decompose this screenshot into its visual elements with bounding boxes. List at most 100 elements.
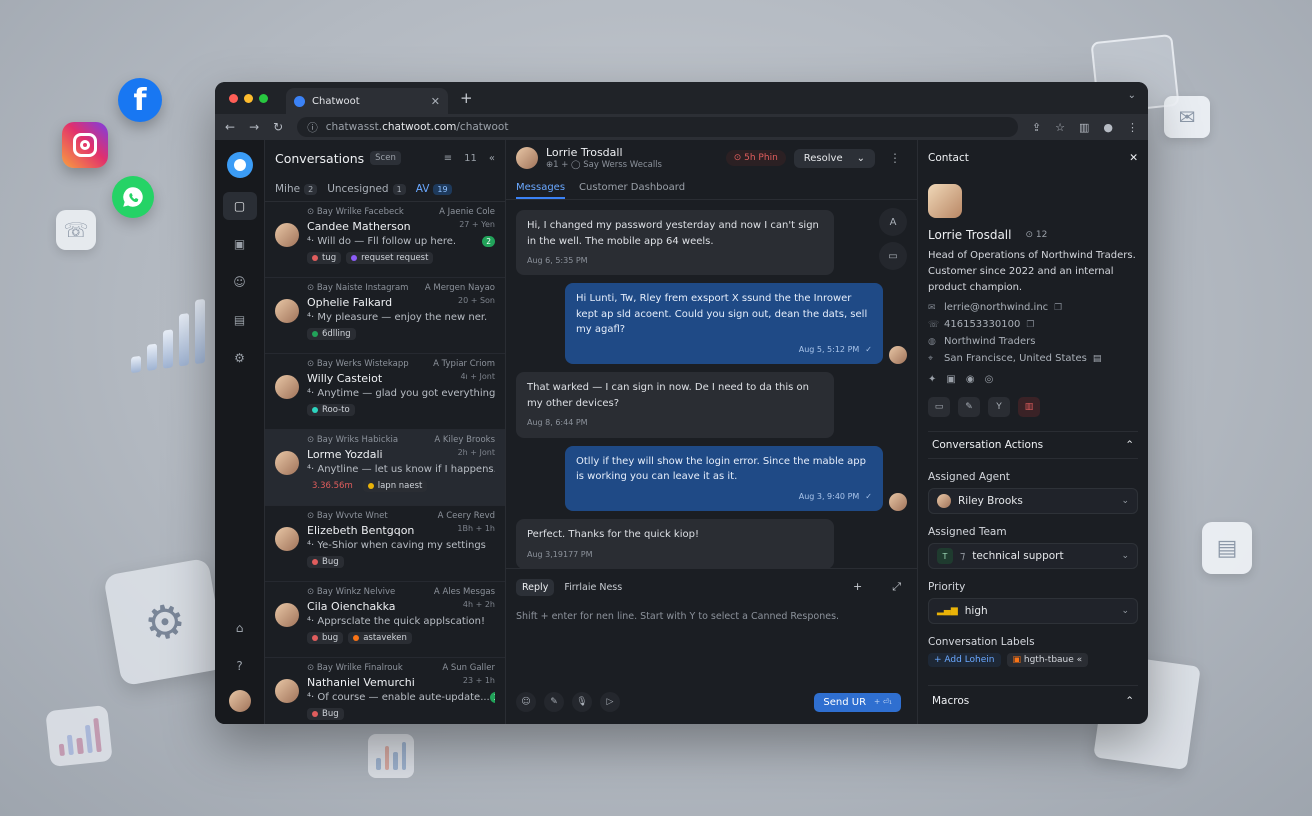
website-icon[interactable]: ◎ bbox=[985, 374, 994, 385]
label-chip[interactable]: ▣ hgth-tbaue « bbox=[1006, 653, 1089, 667]
share-icon[interactable]: ⇪ bbox=[1032, 121, 1041, 134]
message-input[interactable]: Shift + enter for nen line. Start with Y… bbox=[516, 611, 907, 622]
message-preview: ⁴· Anytime — glad you got everything. bbox=[307, 388, 495, 399]
address-toolbar: ← → ↻ ⓘ chatwasst.chatwoot.com/chatwoot … bbox=[215, 114, 1148, 140]
private-note-tab[interactable]: Firrlaie Ness bbox=[558, 579, 628, 596]
close-icon[interactable]: ✕ bbox=[1129, 152, 1138, 164]
url-path: /chatwoot bbox=[456, 121, 509, 133]
conversation-item[interactable]: ⊙ Bay Wvvte Wnet A Ceery Revd Elizebeth Be… bbox=[265, 506, 505, 582]
close-window-button[interactable] bbox=[229, 93, 238, 103]
assignee-name: A Sun Galler bbox=[442, 663, 495, 673]
inbox-name: ⊙ Bay Winkz Nelvive bbox=[307, 587, 396, 597]
help-nav-icon[interactable]: ? bbox=[223, 652, 257, 680]
browser-tab[interactable]: Chatwoot ✕ bbox=[286, 88, 448, 114]
url-prefix: chatwasst. bbox=[325, 121, 383, 133]
inbox-nav-icon[interactable]: ▢ bbox=[222, 192, 257, 220]
signature-pen-icon[interactable]: ✎ bbox=[544, 692, 564, 712]
settings-nav-icon[interactable]: ⚙ bbox=[223, 344, 257, 372]
contact-email[interactable]: ✉ lerrie@northwind.inc ❐ bbox=[928, 302, 1138, 313]
conversations-nav-icon[interactable]: ▣ bbox=[223, 230, 257, 258]
add-icon[interactable]: + bbox=[847, 577, 868, 597]
expand-icon[interactable]: ⤢ bbox=[886, 577, 907, 597]
conversation-tag: 6dlling bbox=[307, 328, 356, 340]
incoming-message[interactable]: That warked — I can sign in now. De I ne… bbox=[516, 372, 834, 438]
outgoing-message[interactable]: Otlly if they will show the login error.… bbox=[565, 445, 883, 512]
new-message-icon[interactable]: ▭ bbox=[928, 397, 950, 417]
reload-icon[interactable]: ↻ bbox=[273, 120, 283, 134]
company-icon: ◍ bbox=[928, 336, 936, 347]
bookmark-star-icon[interactable]: ☆ bbox=[1055, 121, 1065, 134]
filter-icon[interactable]: ≡ bbox=[444, 153, 452, 164]
conversation-contact-name[interactable]: Lorrie Trosdall bbox=[546, 146, 662, 159]
linkedin-icon[interactable]: ▣ bbox=[946, 374, 955, 385]
minimize-window-button[interactable] bbox=[244, 93, 253, 103]
tab-search-chevron-icon[interactable]: ⌄ bbox=[1128, 90, 1136, 101]
browser-menu-icon[interactable]: ⋮ bbox=[1127, 121, 1138, 134]
outgoing-message[interactable]: Hi Lunti, Tw, Rley frem exsport X ssund … bbox=[565, 283, 883, 365]
message-time: Aug 3, 9:40 PM bbox=[798, 491, 860, 501]
incoming-message[interactable]: Perfect. Thanks for the quick kiop! Aug 3… bbox=[516, 519, 834, 568]
collapse-icon[interactable]: « bbox=[489, 153, 495, 164]
status-filter-pill[interactable]: Scen bbox=[370, 151, 401, 165]
reports-nav-icon[interactable]: ▤ bbox=[223, 306, 257, 334]
github-icon[interactable]: ◉ bbox=[966, 374, 975, 385]
emoji-icon[interactable]: ☺ bbox=[516, 692, 536, 712]
conversation-item[interactable]: ⊙ Bay Wrilke Facebeck A Jaenie Cole Candee… bbox=[265, 202, 505, 278]
microphone-icon[interactable]: 🎙 bbox=[572, 692, 592, 712]
tab-mine[interactable]: Mihe 2 bbox=[275, 183, 318, 195]
chevron-down-icon: ⌄ bbox=[856, 152, 865, 164]
assigned-team-select[interactable]: T ⁊ technical support ⌄ bbox=[928, 543, 1138, 569]
tab-all[interactable]: AV 19 bbox=[416, 183, 452, 195]
tab-unassigned[interactable]: Uncesigned 1 bbox=[327, 183, 406, 195]
chatwoot-logo-icon[interactable] bbox=[226, 152, 253, 178]
chat-bubble-icon[interactable]: ▭ bbox=[879, 242, 907, 270]
edit-icon[interactable]: ✎ bbox=[958, 397, 980, 417]
tab-title: Chatwoot bbox=[312, 95, 360, 107]
address-bar[interactable]: ⓘ chatwasst.chatwoot.com/chatwoot bbox=[297, 117, 1018, 137]
tab-messages[interactable]: Messages bbox=[516, 182, 566, 199]
delete-icon[interactable]: ▥ bbox=[1018, 397, 1040, 417]
reply-tab[interactable]: Reply bbox=[516, 578, 555, 596]
message-text: Hi Lunti, Tw, Rley frem exsport X ssund … bbox=[576, 293, 868, 336]
conversation-item[interactable]: ⊙ Bay Wriks Habickia A Kiley Brooks Lorme … bbox=[265, 430, 505, 506]
maximize-window-button[interactable] bbox=[259, 93, 268, 103]
labels-nav-icon[interactable]: ⌂ bbox=[223, 614, 257, 642]
conversation-item[interactable]: ⊙ Bay Naiste Instagram A Mergen Nayao Ophe… bbox=[265, 278, 505, 354]
message-text: Perfect. Thanks for the quick kiop! bbox=[527, 529, 699, 541]
timestamp: 27 + Yen bbox=[459, 220, 495, 229]
close-tab-icon[interactable]: ✕ bbox=[431, 95, 440, 108]
assignee-name: A Ceery Revd bbox=[437, 511, 495, 521]
resolve-button[interactable]: Resolve ⌄ bbox=[793, 148, 875, 168]
conversation-item[interactable]: ⊙ Bay Werks Wistekapp A Typiar Criom Willy… bbox=[265, 354, 505, 430]
forward-icon[interactable]: → bbox=[249, 120, 259, 134]
add-label-button[interactable]: + Add Lohein bbox=[928, 653, 1001, 667]
contact-company: ◍ Northwind Traders bbox=[928, 336, 1036, 347]
sidebar-toggle-icon[interactable]: ▥ bbox=[1079, 121, 1089, 134]
priority-select[interactable]: ▂▄▆ high ⌄ bbox=[928, 598, 1138, 624]
conversation-item[interactable]: ⊙ Bay Winkz Nelvive A Ales Mesgas Cila Oie… bbox=[265, 582, 505, 658]
back-icon[interactable]: ← bbox=[225, 120, 235, 134]
site-info-icon[interactable]: ⓘ bbox=[307, 120, 318, 135]
assigned-agent-select[interactable]: Riley Brooks ⌄ bbox=[928, 488, 1138, 514]
incoming-message[interactable]: Hi, I changed my password yesterday and … bbox=[516, 210, 834, 276]
profile-icon[interactable]: ● bbox=[1103, 121, 1113, 134]
message-preview: ⁴· Will do — Fll follow up here. bbox=[307, 236, 457, 247]
contact-phone[interactable]: ☏ 416153330100 ❐ bbox=[928, 319, 1138, 330]
conversation-item[interactable]: ⊙ Bay Wrilke Finalrouk A Sun Galler Nathan… bbox=[265, 658, 505, 724]
new-tab-icon[interactable]: + bbox=[460, 89, 473, 107]
tab-customer-dashboard[interactable]: Customer Dashboard bbox=[579, 182, 685, 193]
conversation-actions-header[interactable]: Conversation Actions ⌃ bbox=[928, 431, 1138, 459]
twitter-icon[interactable]: ✦ bbox=[928, 374, 936, 385]
merge-icon[interactable]: Y bbox=[988, 397, 1010, 417]
macros-header[interactable]: Macros ⌃ bbox=[928, 685, 1138, 715]
message-time: Aug 5, 5:12 PM bbox=[798, 344, 860, 354]
contact-name: Ophelie Falkard bbox=[307, 296, 393, 309]
assistant-icon[interactable]: A bbox=[879, 208, 907, 236]
send-button[interactable]: Send UR + ⏎₁ bbox=[814, 693, 901, 712]
user-avatar[interactable] bbox=[228, 690, 251, 712]
contacts-nav-icon[interactable]: ☺ bbox=[223, 268, 257, 296]
more-options-icon[interactable]: ⋮ bbox=[883, 151, 907, 165]
conversation-tag: Bug bbox=[307, 556, 344, 568]
inbox-name: ⊙ Bay Werks Wistekapp bbox=[307, 359, 409, 369]
send-arrow-icon[interactable]: ▷ bbox=[600, 692, 620, 712]
